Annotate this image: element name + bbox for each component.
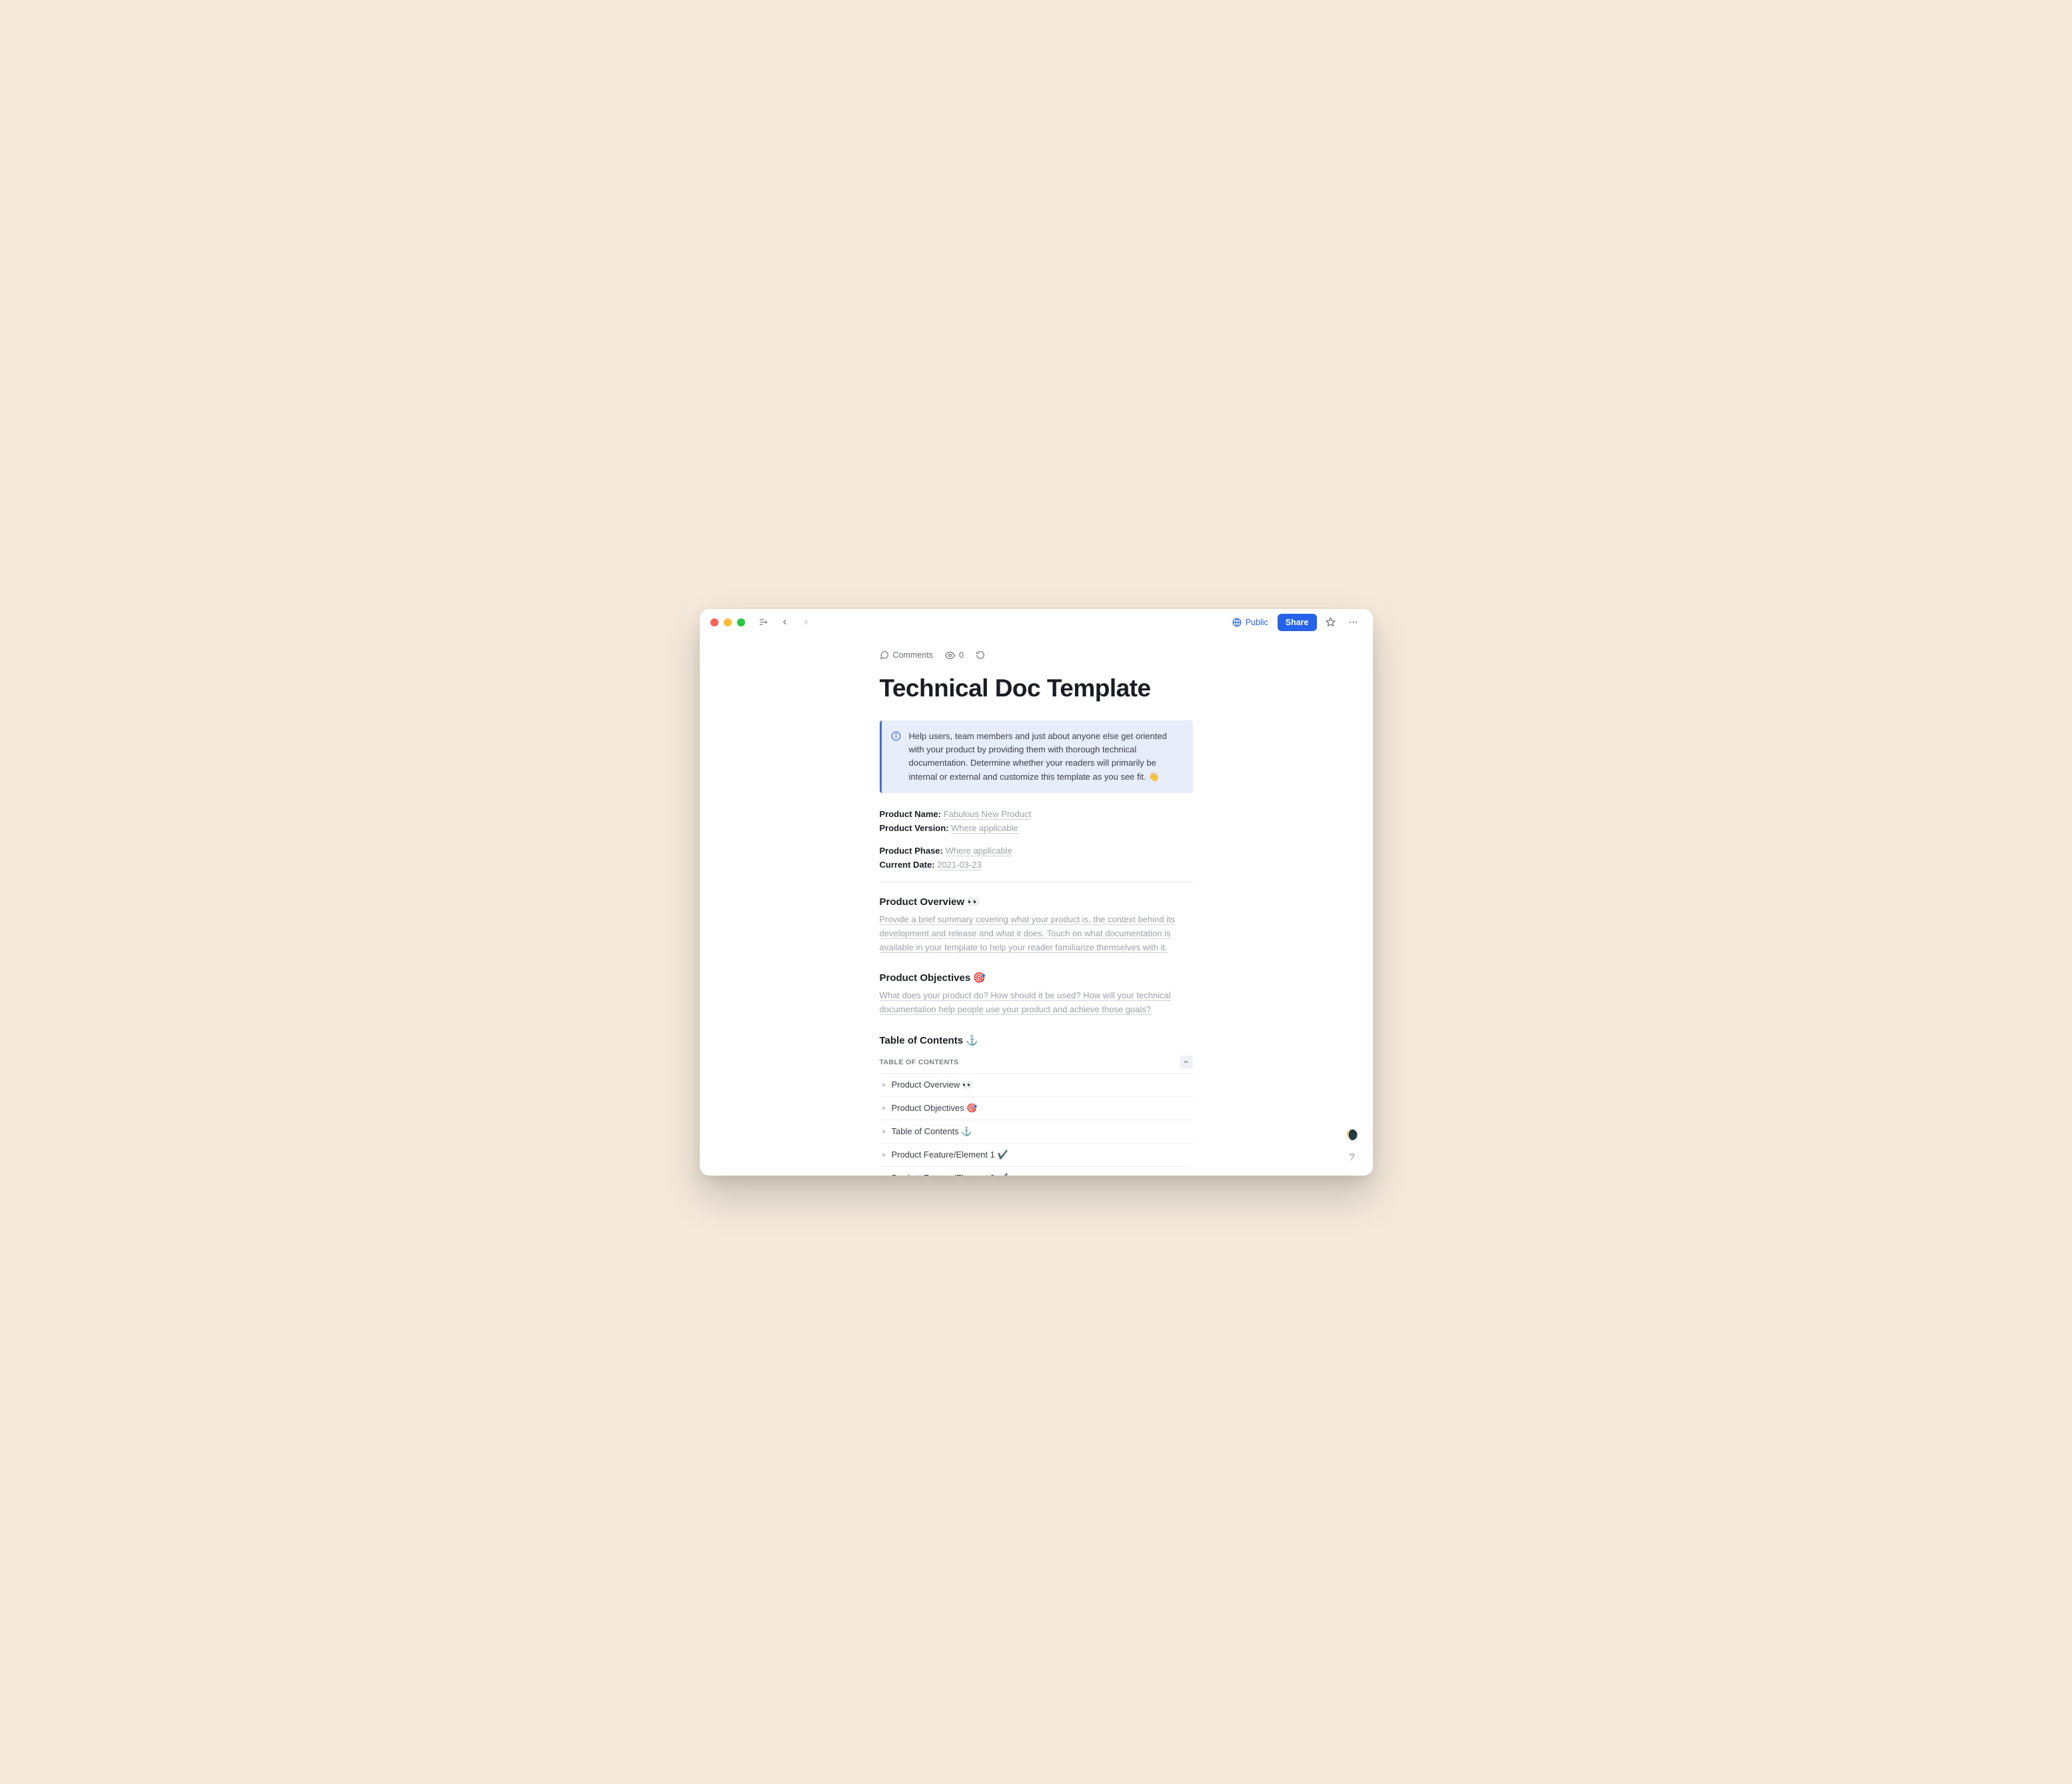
more-options-button[interactable]	[1345, 614, 1362, 631]
product-phase-row[interactable]: Product Phase: Where applicable Current …	[880, 844, 1193, 872]
product-phase-label: Product Phase:	[880, 846, 943, 856]
moon-icon: 🌘	[1346, 1129, 1358, 1141]
objectives-section[interactable]: Product Objectives 🎯 What does your prod…	[880, 972, 1193, 1017]
overview-section[interactable]: Product Overview 👀 Provide a brief summa…	[880, 896, 1193, 954]
product-phase-value[interactable]: Where applicable	[945, 846, 1012, 856]
minimize-window-button[interactable]	[724, 618, 732, 626]
close-window-button[interactable]	[710, 618, 718, 626]
app-window: Public Share Comments 0	[700, 609, 1373, 1176]
toc-item[interactable]: Table of Contents ⚓	[880, 1120, 1193, 1144]
toc-section: Table of Contents ⚓ TABLE OF CONTENTS Pr…	[880, 1034, 1193, 1176]
help-label: ?	[1349, 1152, 1354, 1163]
current-date-value[interactable]: 2021-03-23	[937, 860, 982, 870]
product-version-label: Product Version:	[880, 823, 949, 833]
product-name-label: Product Name:	[880, 809, 941, 819]
help-button[interactable]: ?	[1344, 1149, 1361, 1166]
product-name-value[interactable]: Fabulous New Product	[944, 809, 1032, 820]
nav-forward-button	[798, 614, 814, 630]
visibility-label: Public	[1246, 618, 1268, 627]
product-name-row[interactable]: Product Name: Fabulous New Product Produ…	[880, 808, 1193, 836]
refresh-button[interactable]	[976, 650, 985, 660]
comments-label: Comments	[893, 650, 933, 660]
toc-header-row: TABLE OF CONTENTS	[880, 1052, 1193, 1074]
toc-collapse-button[interactable]	[1180, 1056, 1193, 1069]
toc-item[interactable]: Product Objectives 🎯	[880, 1097, 1193, 1120]
theme-toggle-button[interactable]: 🌘	[1344, 1126, 1361, 1144]
callout-text[interactable]: Help users, team members and just about …	[909, 730, 1181, 784]
overview-body[interactable]: Provide a brief summary covering what yo…	[880, 914, 1176, 953]
maximize-window-button[interactable]	[737, 618, 745, 626]
objectives-heading: Product Objectives 🎯	[880, 972, 1193, 984]
toc-item[interactable]: Product Overview 👀	[880, 1074, 1193, 1097]
product-version-value[interactable]: Where applicable	[951, 823, 1018, 834]
comments-button[interactable]: Comments	[880, 650, 933, 660]
toc-item[interactable]: Product Feature/Element 1 ✔️	[880, 1144, 1193, 1167]
nav-back-button[interactable]	[777, 614, 793, 630]
share-button[interactable]: Share	[1278, 614, 1317, 631]
sidebar-toggle-icon[interactable]	[756, 614, 772, 630]
toc-item[interactable]: Product Feature/Element 2 ✔️	[880, 1167, 1193, 1176]
views-counter[interactable]: 0	[945, 650, 964, 660]
visibility-toggle[interactable]: Public	[1228, 615, 1272, 630]
current-date-label: Current Date:	[880, 860, 935, 870]
info-icon	[891, 731, 901, 784]
document-body: Comments 0 Technical Doc Template Help u…	[700, 636, 1373, 1176]
chevron-up-icon	[1182, 1058, 1190, 1066]
page-title[interactable]: Technical Doc Template	[880, 675, 1193, 702]
toc-header-label: TABLE OF CONTENTS	[880, 1058, 959, 1066]
views-count: 0	[959, 650, 964, 660]
refresh-icon	[976, 650, 985, 660]
eye-icon	[945, 650, 955, 660]
info-callout: Help users, team members and just about …	[880, 720, 1193, 793]
overview-heading: Product Overview 👀	[880, 896, 1193, 908]
globe-icon	[1232, 618, 1242, 627]
objectives-body[interactable]: What does your product do? How should it…	[880, 990, 1171, 1015]
comment-icon	[880, 650, 889, 660]
favorite-button[interactable]	[1322, 614, 1340, 631]
toc-heading: Table of Contents ⚓	[880, 1034, 1193, 1046]
ellipsis-icon	[1348, 617, 1358, 627]
window-controls	[710, 618, 745, 626]
page-meta-bar: Comments 0	[880, 650, 1193, 660]
titlebar: Public Share	[700, 609, 1373, 636]
star-icon	[1326, 617, 1336, 627]
toc-list: Product Overview 👀 Product Objectives 🎯 …	[880, 1074, 1193, 1176]
